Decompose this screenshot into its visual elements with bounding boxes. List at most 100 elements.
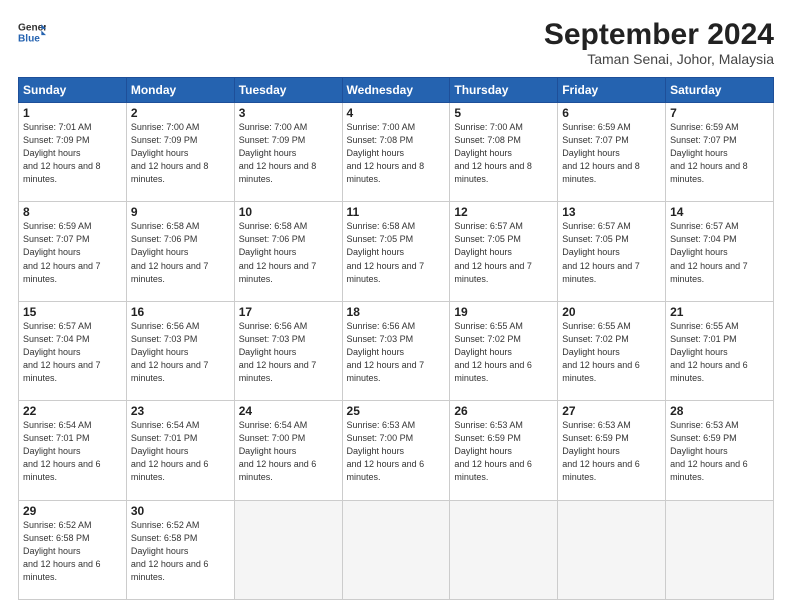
table-row: 26Sunrise: 6:53 AMSunset: 6:59 PMDayligh… (450, 401, 558, 500)
table-row: 25Sunrise: 6:53 AMSunset: 7:00 PMDayligh… (342, 401, 450, 500)
day-info: Sunrise: 6:57 AMSunset: 7:05 PMDaylight … (454, 220, 553, 285)
day-info: Sunrise: 6:53 AMSunset: 7:00 PMDaylight … (347, 419, 446, 484)
table-row: 19Sunrise: 6:55 AMSunset: 7:02 PMDayligh… (450, 301, 558, 400)
day-number: 16 (131, 305, 230, 319)
col-thursday: Thursday (450, 78, 558, 103)
day-number: 4 (347, 106, 446, 120)
table-row: 21Sunrise: 6:55 AMSunset: 7:01 PMDayligh… (666, 301, 774, 400)
table-row: 11Sunrise: 6:58 AMSunset: 7:05 PMDayligh… (342, 202, 450, 301)
day-info: Sunrise: 7:00 AMSunset: 7:08 PMDaylight … (454, 121, 553, 186)
table-row (342, 500, 450, 599)
table-row: 14Sunrise: 6:57 AMSunset: 7:04 PMDayligh… (666, 202, 774, 301)
day-info: Sunrise: 6:52 AMSunset: 6:58 PMDaylight … (131, 519, 230, 584)
logo-icon: General Blue (18, 18, 46, 46)
day-number: 15 (23, 305, 122, 319)
day-number: 14 (670, 205, 769, 219)
day-number: 27 (562, 404, 661, 418)
day-info: Sunrise: 6:55 AMSunset: 7:01 PMDaylight … (670, 320, 769, 385)
table-row: 16Sunrise: 6:56 AMSunset: 7:03 PMDayligh… (126, 301, 234, 400)
day-number: 12 (454, 205, 553, 219)
day-info: Sunrise: 6:56 AMSunset: 7:03 PMDaylight … (131, 320, 230, 385)
day-info: Sunrise: 6:54 AMSunset: 7:00 PMDaylight … (239, 419, 338, 484)
day-info: Sunrise: 6:58 AMSunset: 7:06 PMDaylight … (239, 220, 338, 285)
table-row: 28Sunrise: 6:53 AMSunset: 6:59 PMDayligh… (666, 401, 774, 500)
day-info: Sunrise: 6:54 AMSunset: 7:01 PMDaylight … (23, 419, 122, 484)
col-friday: Friday (558, 78, 666, 103)
page: General Blue September 2024 Taman Senai,… (0, 0, 792, 612)
calendar-row: 1Sunrise: 7:01 AMSunset: 7:09 PMDaylight… (19, 103, 774, 202)
day-number: 6 (562, 106, 661, 120)
day-info: Sunrise: 6:52 AMSunset: 6:58 PMDaylight … (23, 519, 122, 584)
day-number: 29 (23, 504, 122, 518)
day-info: Sunrise: 7:01 AMSunset: 7:09 PMDaylight … (23, 121, 122, 186)
table-row: 4Sunrise: 7:00 AMSunset: 7:08 PMDaylight… (342, 103, 450, 202)
calendar-row: 8Sunrise: 6:59 AMSunset: 7:07 PMDaylight… (19, 202, 774, 301)
table-row: 23Sunrise: 6:54 AMSunset: 7:01 PMDayligh… (126, 401, 234, 500)
table-row: 8Sunrise: 6:59 AMSunset: 7:07 PMDaylight… (19, 202, 127, 301)
table-row: 22Sunrise: 6:54 AMSunset: 7:01 PMDayligh… (19, 401, 127, 500)
day-number: 18 (347, 305, 446, 319)
day-info: Sunrise: 6:55 AMSunset: 7:02 PMDaylight … (454, 320, 553, 385)
table-row (450, 500, 558, 599)
table-row: 15Sunrise: 6:57 AMSunset: 7:04 PMDayligh… (19, 301, 127, 400)
day-info: Sunrise: 7:00 AMSunset: 7:09 PMDaylight … (239, 121, 338, 186)
table-row: 6Sunrise: 6:59 AMSunset: 7:07 PMDaylight… (558, 103, 666, 202)
day-number: 21 (670, 305, 769, 319)
table-row: 5Sunrise: 7:00 AMSunset: 7:08 PMDaylight… (450, 103, 558, 202)
day-info: Sunrise: 6:53 AMSunset: 6:59 PMDaylight … (562, 419, 661, 484)
day-number: 5 (454, 106, 553, 120)
table-row (234, 500, 342, 599)
col-sunday: Sunday (19, 78, 127, 103)
table-row: 10Sunrise: 6:58 AMSunset: 7:06 PMDayligh… (234, 202, 342, 301)
table-row: 7Sunrise: 6:59 AMSunset: 7:07 PMDaylight… (666, 103, 774, 202)
calendar-row: 22Sunrise: 6:54 AMSunset: 7:01 PMDayligh… (19, 401, 774, 500)
day-info: Sunrise: 7:00 AMSunset: 7:09 PMDaylight … (131, 121, 230, 186)
table-row: 2Sunrise: 7:00 AMSunset: 7:09 PMDaylight… (126, 103, 234, 202)
table-row: 30Sunrise: 6:52 AMSunset: 6:58 PMDayligh… (126, 500, 234, 599)
calendar-subtitle: Taman Senai, Johor, Malaysia (544, 51, 774, 67)
table-row: 1Sunrise: 7:01 AMSunset: 7:09 PMDaylight… (19, 103, 127, 202)
day-info: Sunrise: 6:53 AMSunset: 6:59 PMDaylight … (670, 419, 769, 484)
day-number: 2 (131, 106, 230, 120)
day-number: 22 (23, 404, 122, 418)
calendar-row: 29Sunrise: 6:52 AMSunset: 6:58 PMDayligh… (19, 500, 774, 599)
title-block: September 2024 Taman Senai, Johor, Malay… (544, 18, 774, 67)
day-number: 7 (670, 106, 769, 120)
col-saturday: Saturday (666, 78, 774, 103)
day-info: Sunrise: 6:59 AMSunset: 7:07 PMDaylight … (670, 121, 769, 186)
day-number: 26 (454, 404, 553, 418)
day-info: Sunrise: 6:55 AMSunset: 7:02 PMDaylight … (562, 320, 661, 385)
day-info: Sunrise: 6:56 AMSunset: 7:03 PMDaylight … (347, 320, 446, 385)
table-row (558, 500, 666, 599)
day-info: Sunrise: 7:00 AMSunset: 7:08 PMDaylight … (347, 121, 446, 186)
day-number: 28 (670, 404, 769, 418)
col-monday: Monday (126, 78, 234, 103)
table-row: 3Sunrise: 7:00 AMSunset: 7:09 PMDaylight… (234, 103, 342, 202)
day-info: Sunrise: 6:57 AMSunset: 7:05 PMDaylight … (562, 220, 661, 285)
day-number: 9 (131, 205, 230, 219)
day-number: 13 (562, 205, 661, 219)
day-number: 24 (239, 404, 338, 418)
table-row: 18Sunrise: 6:56 AMSunset: 7:03 PMDayligh… (342, 301, 450, 400)
table-row: 24Sunrise: 6:54 AMSunset: 7:00 PMDayligh… (234, 401, 342, 500)
table-row: 27Sunrise: 6:53 AMSunset: 6:59 PMDayligh… (558, 401, 666, 500)
table-row: 12Sunrise: 6:57 AMSunset: 7:05 PMDayligh… (450, 202, 558, 301)
col-tuesday: Tuesday (234, 78, 342, 103)
day-info: Sunrise: 6:58 AMSunset: 7:05 PMDaylight … (347, 220, 446, 285)
day-number: 25 (347, 404, 446, 418)
calendar-row: 15Sunrise: 6:57 AMSunset: 7:04 PMDayligh… (19, 301, 774, 400)
day-info: Sunrise: 6:56 AMSunset: 7:03 PMDaylight … (239, 320, 338, 385)
table-row: 17Sunrise: 6:56 AMSunset: 7:03 PMDayligh… (234, 301, 342, 400)
day-info: Sunrise: 6:53 AMSunset: 6:59 PMDaylight … (454, 419, 553, 484)
day-number: 10 (239, 205, 338, 219)
day-number: 3 (239, 106, 338, 120)
day-info: Sunrise: 6:59 AMSunset: 7:07 PMDaylight … (23, 220, 122, 285)
table-row: 20Sunrise: 6:55 AMSunset: 7:02 PMDayligh… (558, 301, 666, 400)
day-info: Sunrise: 6:57 AMSunset: 7:04 PMDaylight … (670, 220, 769, 285)
header-row: Sunday Monday Tuesday Wednesday Thursday… (19, 78, 774, 103)
header: General Blue September 2024 Taman Senai,… (18, 18, 774, 67)
logo: General Blue (18, 18, 46, 46)
day-number: 30 (131, 504, 230, 518)
day-info: Sunrise: 6:57 AMSunset: 7:04 PMDaylight … (23, 320, 122, 385)
svg-text:Blue: Blue (18, 33, 40, 44)
